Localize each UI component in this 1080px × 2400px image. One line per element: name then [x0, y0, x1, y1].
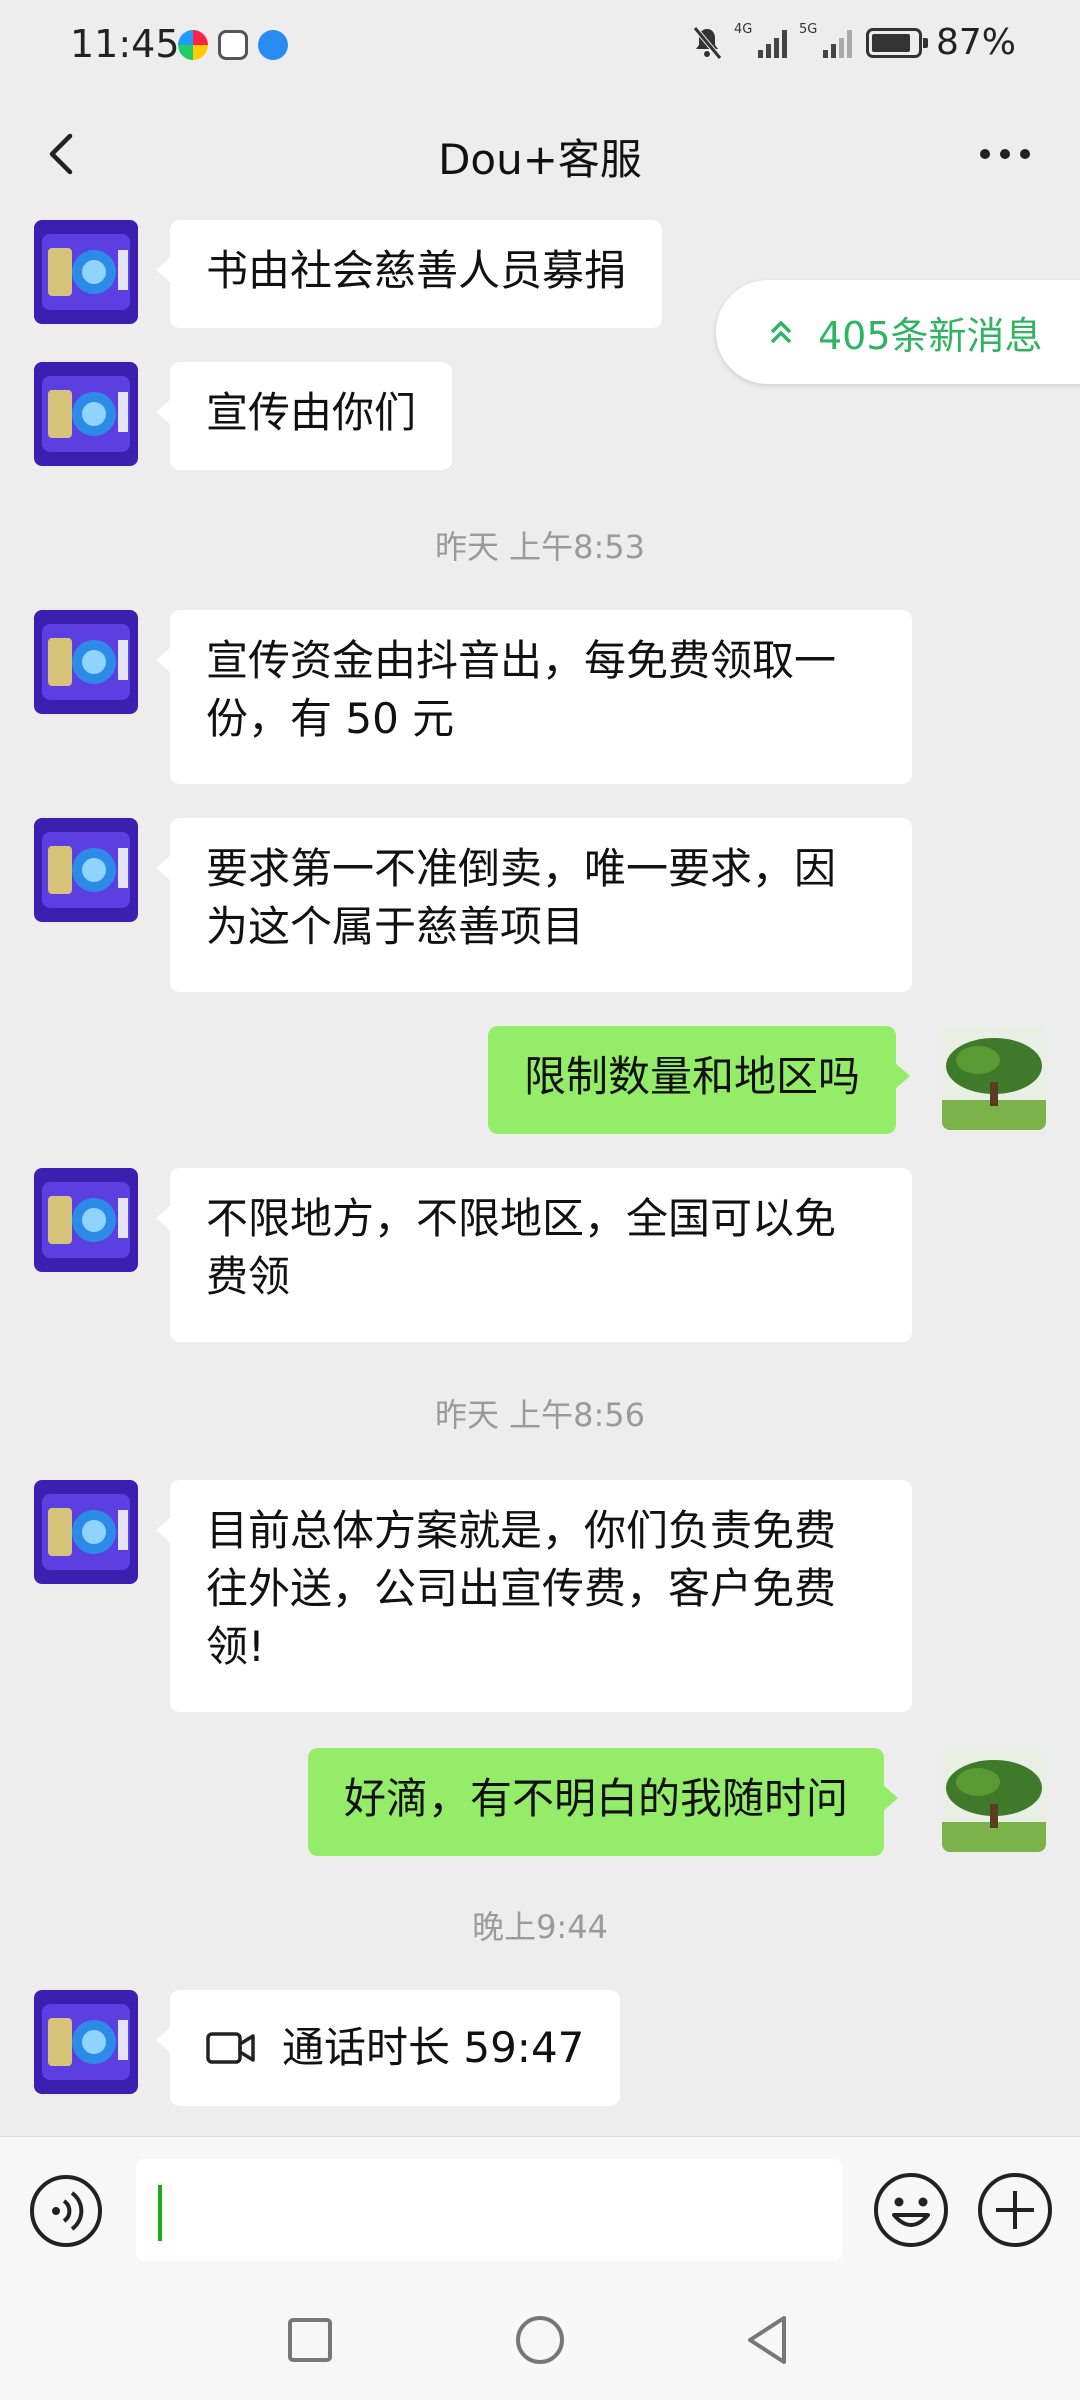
- agent-avatar[interactable]: [34, 1990, 138, 2094]
- sent-message[interactable]: 好滴，有不明白的我随时问: [308, 1748, 899, 1856]
- status-time: 11:45: [70, 22, 180, 66]
- timestamp: 晚上9:44: [472, 1908, 608, 1946]
- agent-avatar[interactable]: [34, 818, 138, 922]
- call-duration-text: 通话时长 59:47: [282, 2023, 585, 2072]
- agent-avatar[interactable]: [34, 220, 138, 324]
- agent-avatar[interactable]: [34, 610, 138, 714]
- new-messages-button[interactable]: 405条新消息: [716, 280, 1080, 384]
- video-call-icon: [206, 2032, 255, 2064]
- agent-avatar[interactable]: [34, 1168, 138, 1272]
- voice-icon[interactable]: [28, 2173, 104, 2249]
- received-message[interactable]: 不限地方，不限地区，全国可以免费领: [156, 1168, 912, 1342]
- received-message[interactable]: 宣传由你们: [155, 362, 453, 470]
- received-message[interactable]: 书由社会慈善人员募捐: [155, 220, 663, 328]
- app-notification-icon: [178, 30, 208, 60]
- received-message[interactable]: 要求第一不准倒卖，唯一要求，因为这个属于慈善项目: [156, 818, 912, 992]
- status-right: 4G 5G 87%: [692, 22, 1016, 63]
- system-nav-bar: [0, 2284, 1080, 2400]
- app-notification-icon: [218, 30, 248, 60]
- message-input[interactable]: [136, 2159, 842, 2261]
- user-avatar[interactable]: [942, 1026, 1046, 1130]
- call-duration-message[interactable]: 通话时长 59:47: [155, 1990, 621, 2106]
- input-bar: [0, 2136, 1080, 2285]
- network-label-5g: 5G: [798, 21, 818, 37]
- home-icon[interactable]: [512, 2312, 568, 2368]
- signal-4g-icon: 4G: [734, 22, 787, 58]
- chat-header: Dou+客服: [0, 96, 1080, 214]
- recent-apps-icon[interactable]: [282, 2312, 338, 2368]
- sent-message[interactable]: 限制数量和地区吗: [488, 1026, 911, 1134]
- more-dots-icon[interactable]: [970, 124, 1040, 184]
- status-bar: 11:45 4G 5G 87%: [0, 0, 1080, 96]
- received-message[interactable]: 宣传资金由抖音出，每免费领取一份，有 50 元: [156, 610, 912, 784]
- timestamp: 昨天 上午8:53: [434, 528, 646, 566]
- agent-avatar[interactable]: [34, 362, 138, 466]
- emoji-icon[interactable]: [872, 2171, 950, 2249]
- double-chevron-up-icon: [770, 320, 792, 344]
- battery-icon: [865, 27, 928, 58]
- status-app-icons: [178, 30, 288, 60]
- agent-avatar[interactable]: [34, 1480, 138, 1584]
- network-label-4g: 4G: [733, 21, 753, 37]
- text-caret: [158, 2185, 162, 2241]
- message-list[interactable]: 书由社会慈善人员募捐 宣传由你们 昨天 上午8:53 宣传资金由抖音出，每免费领…: [0, 214, 1080, 2136]
- new-messages-label: 405条新消息: [818, 313, 1043, 358]
- app-notification-icon: [258, 30, 288, 60]
- plus-icon[interactable]: [976, 2171, 1054, 2249]
- mute-bell-icon: [693, 25, 722, 60]
- chat-title: Dou+客服: [438, 135, 642, 184]
- user-avatar[interactable]: [942, 1748, 1046, 1852]
- back-triangle-icon[interactable]: [740, 2312, 796, 2368]
- signal-5g-icon: 5G: [799, 22, 852, 58]
- battery-percent: 87%: [935, 22, 1016, 63]
- received-message[interactable]: 目前总体方案就是，你们负责免费往外送，公司出宣传费，客户免费领!: [156, 1480, 912, 1712]
- timestamp: 昨天 上午8:56: [434, 1396, 646, 1434]
